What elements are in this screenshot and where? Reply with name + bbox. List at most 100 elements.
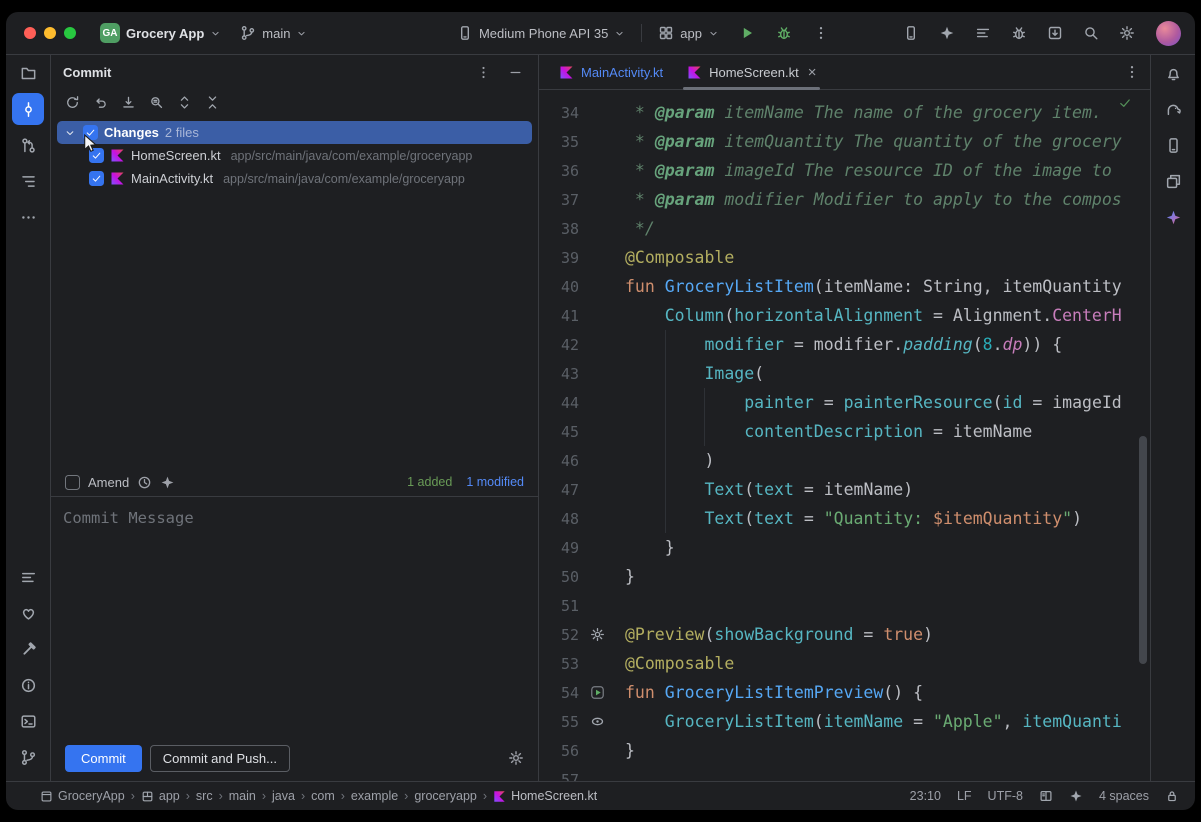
rollback-button[interactable] [87,90,113,114]
debug-button[interactable] [770,19,798,47]
indent-style[interactable]: 4 spaces [1099,789,1149,803]
device-manager-button[interactable] [897,19,925,47]
project-selector[interactable]: GA Grocery App [95,20,226,46]
reader-mode-icon[interactable] [1039,789,1053,803]
device-selector[interactable]: Medium Phone API 35 [452,22,630,44]
breadcrumb-separator: › [131,789,135,803]
line-separator[interactable]: LF [957,789,972,803]
commit-history-icon[interactable] [137,475,152,490]
preview-settings-icon[interactable] [590,627,605,642]
settings-button[interactable] [1113,19,1141,47]
minimize-window-button[interactable] [44,27,56,39]
gemini-tool-button[interactable] [1157,201,1189,233]
changed-file-row[interactable]: MainActivity.ktapp/src/main/java/com/exa… [57,167,532,190]
run-configuration-selector[interactable]: app [653,22,724,44]
sdk-manager-button[interactable] [1041,19,1069,47]
branch-selector[interactable]: main [235,22,312,44]
zoom-window-button[interactable] [64,27,76,39]
editor-scrollbar[interactable] [1139,436,1147,664]
inspections-ok-icon[interactable] [1118,96,1132,110]
user-avatar[interactable] [1156,21,1181,46]
cursor-position[interactable]: 23:10 [910,789,941,803]
collapse-all-button[interactable] [199,90,225,114]
commit-actions: Commit Commit and Push... [51,735,538,781]
breadcrumb-item[interactable]: example [351,789,398,803]
structure-icon [20,173,37,190]
kotlin-icon [559,65,574,80]
run-button[interactable] [733,19,761,47]
tool-window-bar-right [1150,55,1195,781]
breadcrumb-item[interactable]: app [141,789,180,803]
code-line: 57 [539,765,1150,781]
breadcrumb-item[interactable]: HomeScreen.kt [493,789,597,803]
commit-button[interactable]: Commit [65,745,142,772]
breadcrumb-item[interactable]: main [229,789,256,803]
changes-root-row[interactable]: Changes 2 files [57,121,532,144]
code-line: 43 Image( [539,359,1150,388]
editor-tab[interactable]: HomeScreen.kt× [675,55,828,89]
close-tab-icon[interactable]: × [808,65,817,80]
breadcrumb-item[interactable]: src [196,789,213,803]
expand-all-button[interactable] [171,90,197,114]
commit-and-push-button[interactable]: Commit and Push... [150,745,290,772]
hide-panel-button[interactable] [504,61,526,83]
search-button[interactable] [1077,19,1105,47]
pull-requests-tool-button[interactable] [12,129,44,161]
amend-checkbox[interactable] [65,475,80,490]
expand-chevron-icon[interactable] [63,127,77,139]
status-bar: GroceryApp›app›src›main›java›com›example… [6,781,1195,810]
layout-inspector-tool-button[interactable] [1157,165,1189,197]
gutter-slot [579,627,615,642]
refresh-button[interactable] [59,90,85,114]
device-icon [457,25,473,41]
shelve-button[interactable] [115,90,141,114]
tab-label: MainActivity.kt [581,65,663,80]
shelve-icon [121,95,136,110]
version-control-tool-button[interactable] [12,741,44,773]
commit-message-input[interactable] [51,497,538,735]
code-line: 47 Text(text = itemName) [539,475,1150,504]
ai-sparkle-icon[interactable] [1069,789,1083,803]
app-quality-insights-tool-button[interactable] [12,597,44,629]
terminal-tool-button[interactable] [12,705,44,737]
file-checkbox[interactable] [89,171,104,186]
gemini-button[interactable] [933,19,961,47]
more-tool-button[interactable] [12,201,44,233]
notifications-icon [1165,65,1182,82]
notifications-tool-button[interactable] [1157,57,1189,89]
code-editor[interactable]: 34 * @param itemName The name of the gro… [539,90,1150,781]
file-path: app/src/main/java/com/example/groceryapp [223,172,465,186]
generate-commit-message-icon[interactable] [160,475,175,490]
project-folder-tool-button[interactable] [12,57,44,89]
editor-options-button[interactable] [1124,64,1140,80]
commit-tool-tool-button[interactable] [12,93,44,125]
commit-settings-gear-icon[interactable] [508,750,524,766]
code-text: Image( [615,364,764,383]
diff-preview-button[interactable] [143,90,169,114]
build-tool-button[interactable] [12,633,44,665]
logcat-tool-button[interactable] [12,561,44,593]
gradle-tool-button[interactable] [1157,93,1189,125]
breadcrumb-item[interactable]: GroceryApp [40,789,125,803]
panel-options-button[interactable] [472,61,494,83]
code-text: Text(text = "Quantity: $itemQuantity") [615,509,1082,528]
run-preview-icon[interactable] [590,685,605,700]
bug-report-button[interactable] [1005,19,1033,47]
close-window-button[interactable] [24,27,36,39]
structure-tool-button[interactable] [12,165,44,197]
changed-file-row[interactable]: HomeScreen.ktapp/src/main/java/com/examp… [57,144,532,167]
problems-tool-button[interactable] [12,669,44,701]
editor-tab[interactable]: MainActivity.kt [547,55,675,89]
file-name: HomeScreen.kt [131,148,221,163]
breadcrumb-item[interactable]: groceryapp [414,789,477,803]
file-encoding[interactable]: UTF-8 [988,789,1023,803]
breadcrumb-item[interactable]: com [311,789,335,803]
chevron-down-icon [210,28,221,39]
lock-icon[interactable] [1165,789,1179,803]
logcat-button[interactable] [969,19,997,47]
breadcrumb-separator: › [262,789,266,803]
breadcrumb-item[interactable]: java [272,789,295,803]
more-run-options-button[interactable] [807,19,835,47]
compose-preview-icon[interactable] [590,714,605,729]
device-manager-tool-button[interactable] [1157,129,1189,161]
